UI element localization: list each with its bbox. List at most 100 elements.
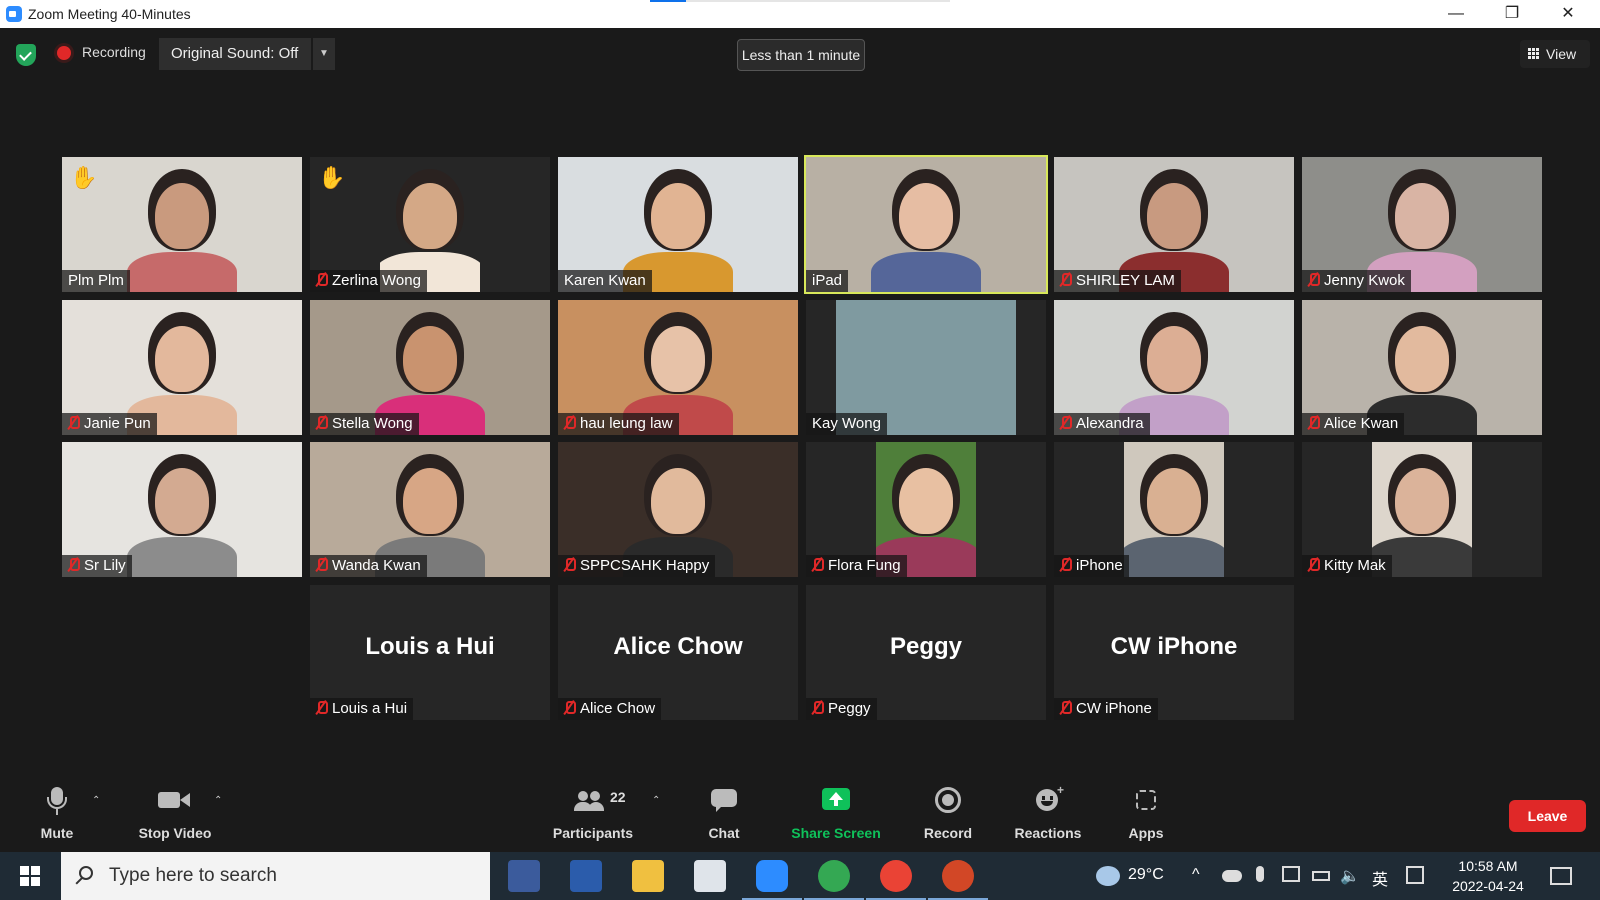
powerpoint-icon[interactable] (928, 860, 988, 900)
muted-mic-icon (1060, 273, 1072, 286)
participant-nametag: Wanda Kwan (310, 555, 427, 577)
participant-nametag: Alexandra (1054, 413, 1150, 435)
zoom-taskbar-icon[interactable] (742, 860, 802, 900)
participant-name: SPPCSAHK Happy (580, 557, 710, 574)
meeting-toolbar: Mute ⌃ Stop Video ⌃ 22 Participants ⌃ Ch… (0, 783, 1600, 847)
original-sound-button[interactable]: Original Sound: Off (159, 38, 311, 70)
participant-nametag: Plm Plm (62, 270, 130, 292)
search-icon (79, 866, 93, 880)
audio-options-caret-icon[interactable]: ⌃ (92, 795, 100, 806)
file-explorer-icon[interactable] (632, 860, 664, 892)
chrome-profile-icon[interactable] (866, 860, 926, 900)
record-label: Record (923, 825, 973, 841)
chat-button[interactable]: Chat (694, 785, 754, 847)
participant-display-name: Peggy (889, 633, 963, 660)
participant-name: Kay Wong (812, 415, 881, 432)
participant-tile[interactable]: iPad (804, 155, 1048, 294)
screen-app-icon[interactable] (508, 860, 540, 892)
loading-progress-bar (650, 0, 950, 2)
muted-mic-icon (564, 701, 576, 714)
show-hidden-icons-icon[interactable]: ^ (1192, 866, 1200, 884)
participants-options-caret-icon[interactable]: ⌃ (652, 795, 660, 806)
participants-icon: 22 (550, 785, 636, 815)
participant-name: Alice Kwan (1324, 415, 1399, 432)
participant-tile[interactable]: Alexandra (1054, 300, 1294, 435)
participant-tile[interactable]: hau leung law (558, 300, 798, 435)
muted-mic-icon (1060, 701, 1072, 714)
participant-tile[interactable]: Peggy Peggy (806, 585, 1046, 720)
participant-nametag: Flora Fung (806, 555, 907, 577)
participant-nametag: Jenny Kwok (1302, 270, 1411, 292)
chrome-icon[interactable] (804, 860, 864, 900)
microphone-tray-icon[interactable] (1256, 866, 1264, 882)
participant-tile[interactable]: ✋ Zerlina Wong (310, 157, 550, 292)
windows-start-icon[interactable] (12, 864, 48, 888)
word-icon[interactable] (570, 860, 602, 892)
network-icon[interactable] (1282, 866, 1300, 882)
participant-name: hau leung law (580, 415, 673, 432)
participant-tile[interactable]: Alice Kwan (1302, 300, 1542, 435)
security-shield-icon[interactable] (16, 44, 36, 66)
participant-name: Jenny Kwok (1324, 272, 1405, 289)
participants-label: Participants (552, 825, 634, 841)
leave-button[interactable]: Leave (1509, 800, 1586, 832)
participant-tile[interactable]: Alice Chow Alice Chow (558, 585, 798, 720)
participant-tile[interactable]: ✋ Plm Plm (62, 157, 302, 292)
participant-tile[interactable]: Louis a Hui Louis a Hui (310, 585, 550, 720)
restore-button[interactable]: ❐ (1484, 0, 1540, 28)
participant-tile[interactable]: Sr Lily (62, 442, 302, 577)
reactions-button[interactable]: + Reactions (1010, 783, 1086, 847)
recording-dot-icon (57, 46, 71, 60)
record-button[interactable]: Record (918, 785, 978, 847)
apps-button[interactable]: Apps (1118, 785, 1174, 847)
participant-tile[interactable]: Wanda Kwan (310, 442, 550, 577)
participant-tile[interactable]: Kitty Mak (1302, 442, 1542, 577)
recording-label[interactable]: Recording (82, 44, 146, 60)
participant-tile[interactable]: Janie Pun (62, 300, 302, 435)
ime-mode-icon[interactable] (1406, 866, 1424, 884)
participant-nametag: SPPCSAHK Happy (558, 555, 716, 577)
battery-icon[interactable] (1312, 871, 1330, 881)
participant-tile[interactable]: Karen Kwan (558, 157, 798, 292)
reactions-label: Reactions (1014, 825, 1082, 841)
video-options-caret-icon[interactable]: ⌃ (214, 795, 222, 806)
participant-tile[interactable]: iPhone (1054, 442, 1294, 577)
view-label: View (1546, 46, 1577, 62)
participant-tile[interactable]: SPPCSAHK Happy (558, 442, 798, 577)
participant-tile[interactable]: Kay Wong (806, 300, 1046, 435)
participant-nametag: Karen Kwan (558, 270, 652, 292)
participant-tile[interactable]: Stella Wong (310, 300, 550, 435)
taskbar-clock[interactable]: 10:58 AM 2022-04-24 (1438, 856, 1538, 896)
original-sound-dropdown-icon[interactable]: ▼ (313, 38, 335, 70)
participant-tile[interactable]: SHIRLEY LAM (1054, 157, 1294, 292)
participant-tile[interactable]: Flora Fung (806, 442, 1046, 577)
apps-icon (1118, 785, 1174, 815)
stop-video-button[interactable]: Stop Video (132, 785, 218, 847)
muted-mic-icon (564, 558, 576, 571)
participant-name: Zerlina Wong (332, 272, 421, 289)
participants-button[interactable]: 22 Participants (550, 785, 636, 847)
view-button[interactable]: View (1520, 40, 1590, 68)
share-screen-button[interactable]: Share Screen (786, 785, 886, 847)
participant-tile[interactable]: Jenny Kwok (1302, 157, 1542, 292)
minimize-button[interactable]: — (1428, 0, 1484, 28)
notifications-icon[interactable] (1550, 867, 1572, 885)
notepad-icon[interactable] (694, 860, 726, 892)
weather-temperature[interactable]: 29°C (1128, 866, 1164, 884)
participant-name: Flora Fung (828, 557, 901, 574)
muted-mic-icon (316, 273, 328, 286)
muted-mic-icon (1060, 416, 1072, 429)
weather-cloud-icon[interactable] (1096, 866, 1120, 886)
participant-tile[interactable]: CW iPhone CW iPhone (1054, 585, 1294, 720)
onedrive-icon[interactable] (1222, 870, 1242, 882)
close-button[interactable]: ✕ (1540, 0, 1596, 28)
share-screen-icon (786, 785, 886, 815)
zoom-app-icon (6, 6, 22, 22)
volume-icon[interactable]: 🔈 (1340, 866, 1360, 886)
participant-display-name: Louis a Hui (365, 633, 495, 660)
mute-button[interactable]: Mute (30, 785, 84, 847)
participant-name: Janie Pun (84, 415, 151, 432)
participant-nametag: Janie Pun (62, 413, 157, 435)
ime-language-label[interactable]: 英 (1372, 866, 1388, 890)
taskbar-search-input[interactable]: Type here to search (61, 852, 490, 900)
